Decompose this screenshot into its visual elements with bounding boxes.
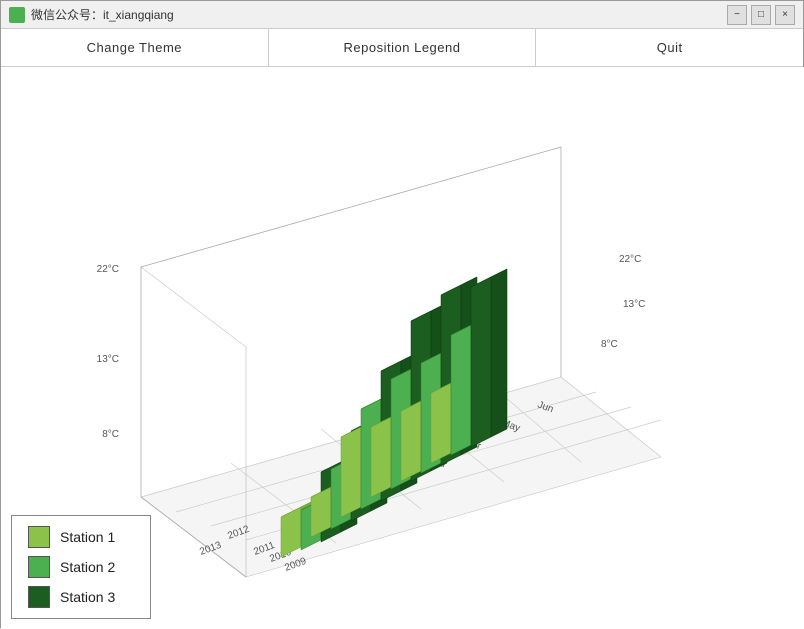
legend-label-station2: Station 2 bbox=[60, 559, 115, 575]
svg-text:13°C: 13°C bbox=[97, 354, 119, 365]
legend-item-station3: Station 3 bbox=[28, 586, 134, 608]
legend-color-station3 bbox=[28, 586, 50, 608]
legend-label-station1: Station 1 bbox=[60, 529, 115, 545]
quit-button[interactable]: Quit bbox=[536, 29, 803, 66]
minimize-button[interactable]: − bbox=[727, 5, 747, 25]
main-content: 22°C 13°C 8°C 22°C 13°C 8°C 2013 2012 20… bbox=[1, 67, 804, 629]
legend: Station 1 Station 2 Station 3 bbox=[11, 515, 151, 619]
reposition-legend-button[interactable]: Reposition Legend bbox=[269, 29, 537, 66]
toolbar: Change Theme Reposition Legend Quit bbox=[1, 29, 803, 67]
legend-color-station1 bbox=[28, 526, 50, 548]
svg-text:8°C: 8°C bbox=[601, 339, 618, 350]
svg-text:8°C: 8°C bbox=[102, 429, 119, 440]
svg-text:13°C: 13°C bbox=[623, 299, 645, 310]
svg-text:22°C: 22°C bbox=[619, 254, 641, 265]
legend-label-station3: Station 3 bbox=[60, 589, 115, 605]
legend-color-station2 bbox=[28, 556, 50, 578]
close-button[interactable]: × bbox=[775, 5, 795, 25]
app-icon bbox=[9, 7, 25, 23]
title-bar: 微信公众号：it_xiangqiang − □ × bbox=[1, 1, 803, 29]
legend-item-station2: Station 2 bbox=[28, 556, 134, 578]
window-title: 微信公众号：it_xiangqiang bbox=[31, 6, 727, 23]
svg-text:22°C: 22°C bbox=[97, 264, 119, 275]
change-theme-button[interactable]: Change Theme bbox=[1, 29, 269, 66]
legend-item-station1: Station 1 bbox=[28, 526, 134, 548]
window-controls: − □ × bbox=[727, 5, 795, 25]
maximize-button[interactable]: □ bbox=[751, 5, 771, 25]
